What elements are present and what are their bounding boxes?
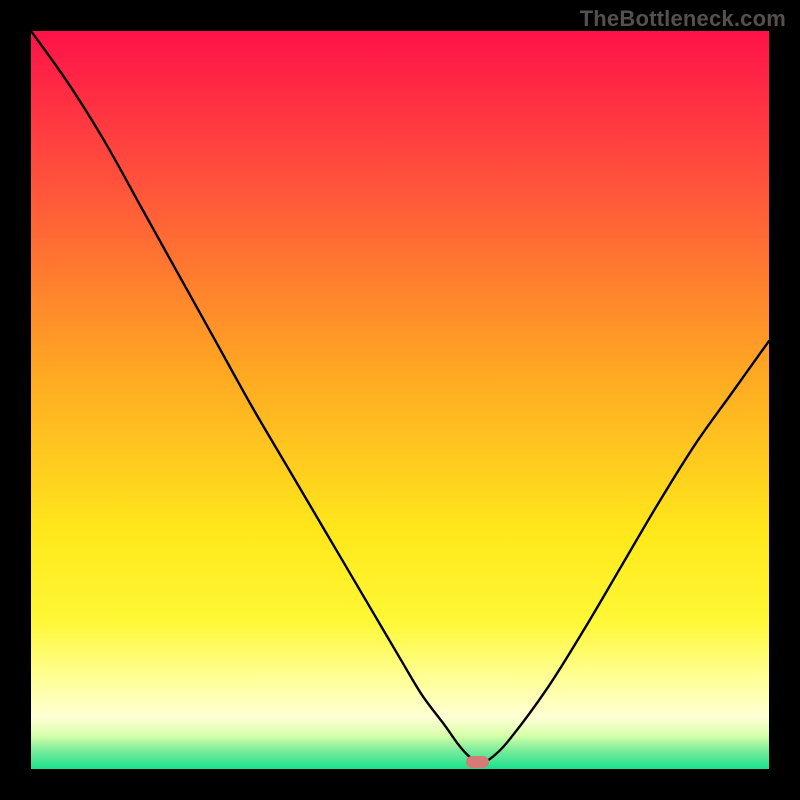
optimum-marker	[466, 756, 490, 768]
chart-frame: TheBottleneck.com	[0, 0, 800, 800]
plot-area	[31, 31, 769, 769]
watermark-text: TheBottleneck.com	[580, 6, 786, 32]
bottleneck-curve	[31, 31, 769, 769]
